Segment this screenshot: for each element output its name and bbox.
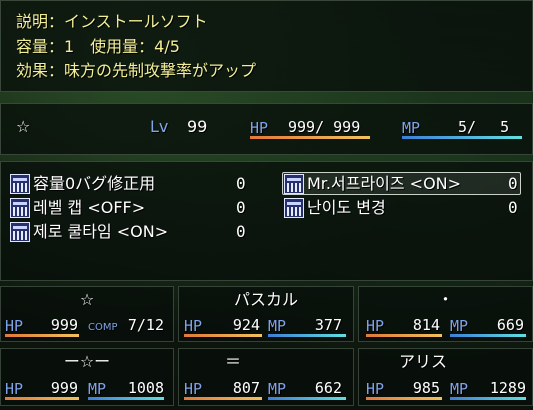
party-hp-label: HP [184, 380, 203, 398]
party-mp-bar [268, 397, 346, 400]
status-hp-label: HP [250, 119, 269, 137]
party-hp-value: 807 [232, 379, 260, 397]
party-mp-value: 662 [314, 379, 342, 397]
software-item[interactable]: Mr.서프라이즈 <ON> 0 [284, 173, 520, 195]
software-item-count: 0 [508, 174, 518, 193]
party-hp-value: 814 [412, 316, 440, 334]
status-hp-value: 999/ 999 [288, 118, 361, 136]
software-item-count: 0 [236, 174, 246, 193]
software-item[interactable]: 제로 쿨타임 <ON> 0 [10, 221, 250, 243]
status-mp-label: MP [402, 119, 421, 137]
software-chip-icon [10, 198, 30, 218]
level-label: Lv [150, 117, 169, 136]
party-mp-bar [450, 334, 526, 337]
party-mp-value: 669 [496, 316, 524, 334]
party-mp-label: MP [268, 380, 287, 398]
party-mp-label: MP [450, 380, 469, 398]
party-hp-value: 999 [50, 379, 78, 397]
party-hp-label: HP [184, 317, 203, 335]
software-item-count: 0 [236, 222, 246, 241]
party-hp-bar [184, 334, 262, 337]
party-mp-bar [88, 397, 164, 400]
party-hp-label: HP [5, 380, 24, 398]
party-mp-bar [450, 397, 526, 400]
software-item-label: Mr.서프라이즈 <ON> [307, 174, 462, 193]
party-mp-label: MP [450, 317, 469, 335]
software-item[interactable]: 容量0バグ修正用 0 [10, 173, 250, 195]
help-description: 説明：インストールソフト [16, 12, 208, 31]
software-item-label: 제로 쿨타임 <ON> [33, 222, 169, 241]
party-hp-bar [184, 397, 262, 400]
party-hp-value: 924 [232, 316, 260, 334]
party-hp-label: HP [366, 317, 385, 335]
party-hp-value: 999 [50, 316, 78, 334]
party-hp-label: HP [5, 317, 24, 335]
software-item-count: 0 [236, 198, 246, 217]
level-value: 99 [187, 117, 208, 136]
party-comp-label: COMP [88, 322, 118, 333]
actor-name: ☆ [16, 117, 31, 136]
status-mp-value: 5/ 5 [458, 118, 510, 136]
status-hp-bar [250, 136, 370, 139]
software-item-label: 레벨 캡 <OFF> [33, 198, 146, 217]
software-chip-icon [284, 174, 304, 194]
software-item-label: 난이도 변경 [307, 198, 386, 217]
software-item[interactable]: 레벨 캡 <OFF> 0 [10, 197, 250, 219]
party-hp-label: HP [366, 380, 385, 398]
party-mp-bar [268, 334, 346, 337]
party-member-name: ☆ [79, 290, 95, 309]
software-chip-icon [10, 222, 30, 242]
party-mp-label: MP [88, 380, 107, 398]
party-mp-value: 1289 [489, 379, 526, 397]
party-mp-label: MP [268, 317, 287, 335]
party-mp-value: 1008 [127, 379, 164, 397]
party-hp-bar [366, 334, 442, 337]
help-capacity: 容量：1 使用量：4/5 [16, 37, 180, 56]
software-item-label: 容量0バグ修正用 [33, 174, 156, 193]
party-member-name: パスカル [233, 290, 298, 309]
party-member-name: ・ [437, 290, 454, 309]
party-hp-bar [5, 334, 79, 337]
party-hp-bar [5, 397, 79, 400]
party-member-name: アリス [398, 352, 447, 371]
software-item-count: 0 [508, 198, 518, 217]
software-item[interactable]: 난이도 변경 0 [284, 197, 520, 219]
status-mp-bar [402, 136, 522, 139]
software-chip-icon [10, 174, 30, 194]
party-comp-value: 7/12 [127, 316, 164, 334]
help-effect: 効果：味方の先制攻撃率がアップ [16, 61, 257, 80]
party-member-name: ー☆ー [63, 352, 111, 371]
party-hp-value: 985 [412, 379, 440, 397]
party-hp-bar [366, 397, 442, 400]
party-member-name: ＝ [224, 352, 241, 371]
party-mp-value: 377 [314, 316, 342, 334]
software-chip-icon [284, 198, 304, 218]
